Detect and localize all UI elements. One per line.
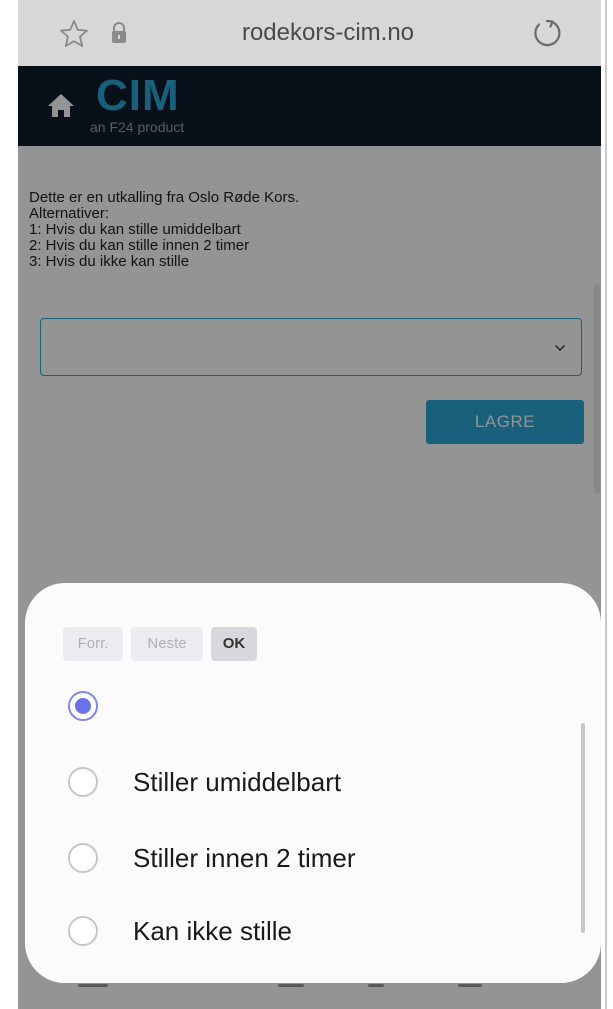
option-kan-ikke-stille[interactable]: Kan ikke stille	[25, 908, 565, 958]
bottom-nav-hint	[58, 984, 558, 988]
previous-button[interactable]: Forr.	[63, 627, 123, 661]
radio-button[interactable]	[68, 767, 98, 797]
option-stiller-umiddelbart[interactable]: Stiller umiddelbart	[25, 759, 565, 809]
option-picker-sheet: Forr. Neste OK Stiller umiddelbart Still…	[25, 583, 601, 983]
radio-button[interactable]	[68, 843, 98, 873]
reload-icon[interactable]	[530, 16, 564, 50]
star-icon[interactable]	[58, 18, 90, 50]
ok-button[interactable]: OK	[211, 627, 257, 661]
phone-screen: rodekors-cim.no CIM an F24 product Dette…	[18, 0, 601, 1009]
radio-button-selected[interactable]	[68, 691, 98, 721]
next-button[interactable]: Neste	[131, 627, 203, 661]
option-label: Stiller innen 2 timer	[133, 843, 356, 873]
browser-address-bar: rodekors-cim.no	[18, 0, 601, 66]
option-empty[interactable]	[25, 683, 565, 733]
picker-scrollbar[interactable]	[581, 723, 585, 933]
option-label: Stiller umiddelbart	[133, 767, 342, 797]
radio-button[interactable]	[68, 916, 98, 946]
option-stiller-innen-2-timer[interactable]: Stiller innen 2 timer	[25, 835, 565, 885]
option-label: Kan ikke stille	[133, 916, 292, 946]
lock-icon	[112, 22, 126, 43]
url-text[interactable]: rodekors-cim.no	[148, 18, 508, 48]
screen-edge	[601, 0, 613, 1009]
